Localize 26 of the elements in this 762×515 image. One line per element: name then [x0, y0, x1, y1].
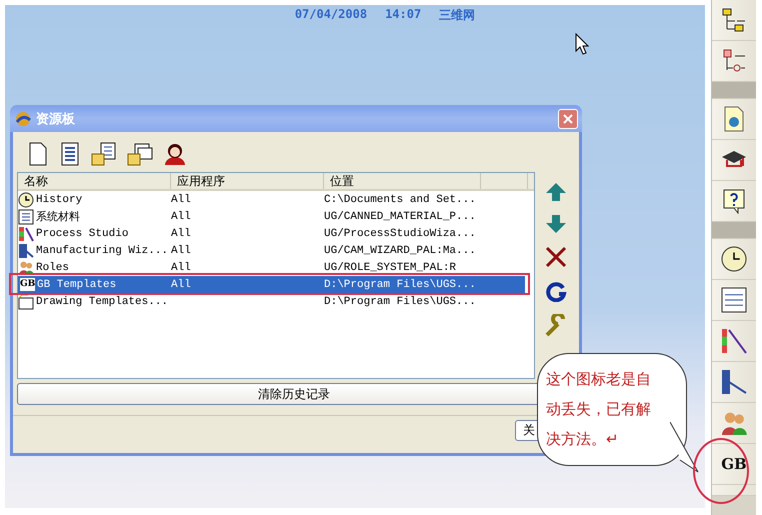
row-application: All [171, 262, 191, 274]
row-location: UG/ROLE_SYSTEM_PAL:R [324, 262, 456, 274]
row-location: UG/CAM_WIZARD_PAL:Ma... [324, 244, 476, 256]
site-name: 三维网 [439, 7, 476, 24]
window-title: 资源板 [36, 110, 76, 128]
row-application: All [171, 244, 191, 256]
row-location: D:\Program Files\UGS... [324, 278, 476, 290]
row-application: All [171, 228, 191, 240]
row-name: 系统材料 [36, 210, 80, 224]
row-location: C:\Documents and Set... [324, 194, 476, 206]
row-application: All [171, 278, 191, 290]
gb-icon: GB [20, 278, 35, 291]
row-name: GB Templates [37, 278, 116, 290]
date-text: 07/04/2008 [294, 7, 368, 23]
row-application: All [171, 210, 191, 222]
row-location: UG/CANNED_MATERIAL_P... [324, 210, 476, 222]
row-name: Process Studio [36, 228, 128, 240]
time-text: 14:07 [385, 7, 422, 23]
row-application: All [171, 194, 191, 206]
callout-text: 决方法。↵ [546, 430, 620, 449]
row-location: UG/ProcessStudioWiza... [324, 228, 476, 240]
row-location: D:\Program Files\UGS... [324, 296, 476, 308]
row-name: Drawing Templates... [36, 296, 168, 308]
row-name: Manufacturing Wiz... [36, 244, 168, 256]
row-name: Roles [36, 262, 70, 274]
row-name: History [36, 194, 82, 206]
